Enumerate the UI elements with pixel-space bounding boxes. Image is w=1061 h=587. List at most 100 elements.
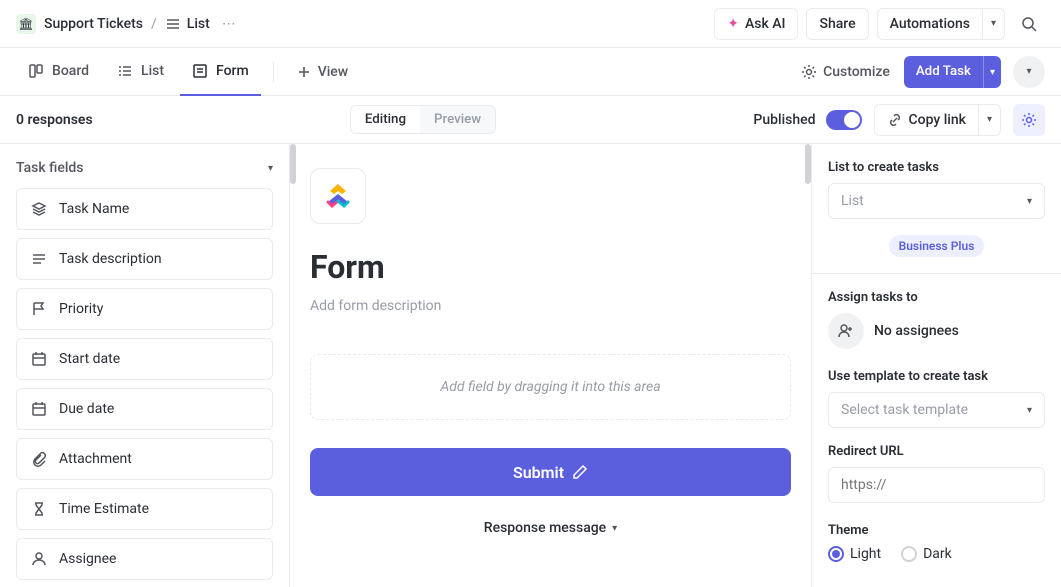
divider xyxy=(273,62,274,82)
field-task-name[interactable]: Task Name xyxy=(16,188,273,230)
calendar-icon xyxy=(31,401,47,417)
chevron-down-icon: ▾ xyxy=(991,18,996,29)
pencil-icon xyxy=(572,464,588,480)
field-start-date[interactable]: Start date xyxy=(16,338,273,380)
responses-count[interactable]: 0 responses xyxy=(16,112,93,128)
automations-group: Automations ▾ xyxy=(877,8,1005,40)
customize-button[interactable]: Customize xyxy=(791,56,900,88)
submit-button[interactable]: Submit xyxy=(310,448,791,496)
field-time-estimate[interactable]: Time Estimate xyxy=(16,488,273,530)
task-fields-panel: Task fields ▾ Task Name Task description… xyxy=(0,144,290,587)
plan-badge[interactable]: Business Plus xyxy=(889,235,985,257)
add-assignee-icon xyxy=(828,313,864,349)
sparkle-icon: ✦ xyxy=(727,16,739,32)
clickup-icon xyxy=(322,180,354,212)
add-task-button[interactable]: Add Task xyxy=(904,56,983,88)
chevron-down-icon: ▾ xyxy=(990,67,995,78)
form-description[interactable]: Add form description xyxy=(310,298,791,314)
breadcrumb-workspace[interactable]: Support Tickets xyxy=(44,16,143,32)
mode-editing[interactable]: Editing xyxy=(351,106,420,133)
theme-light[interactable]: Light xyxy=(828,546,881,562)
tab-list[interactable]: List xyxy=(105,48,176,96)
copy-link-dropdown[interactable]: ▾ xyxy=(979,104,1001,136)
ask-ai-button[interactable]: ✦Ask AI xyxy=(714,8,798,40)
view-bar: Board List Form View Customize Add Task … xyxy=(0,48,1061,96)
redirect-label: Redirect URL xyxy=(828,444,1045,459)
theme-dark[interactable]: Dark xyxy=(901,546,952,562)
text-icon xyxy=(31,251,47,267)
settings-panel: List to create tasks List ▾ Business Plu… xyxy=(811,144,1061,587)
sub-bar: 0 responses Editing Preview Published Co… xyxy=(0,96,1061,144)
mode-segment: Editing Preview xyxy=(350,105,496,134)
add-task-dropdown[interactable]: ▾ xyxy=(983,56,1001,88)
left-scroll-indicator xyxy=(290,144,296,184)
chevron-down-icon: ▾ xyxy=(987,114,992,125)
field-priority[interactable]: Priority xyxy=(16,288,273,330)
list-select[interactable]: List ▾ xyxy=(828,183,1045,219)
radio-dot xyxy=(828,546,844,562)
add-task-group: Add Task ▾ xyxy=(904,56,1001,88)
flag-icon xyxy=(31,301,47,317)
divider xyxy=(812,273,1061,274)
task-icon xyxy=(31,201,47,217)
list-select-label: List to create tasks xyxy=(828,160,1045,175)
redirect-input[interactable] xyxy=(828,467,1045,503)
chevron-down-icon: ▾ xyxy=(268,163,273,174)
no-assignees-label: No assignees xyxy=(874,323,959,339)
theme-label: Theme xyxy=(828,523,1045,538)
gear-icon xyxy=(1021,112,1037,128)
right-scroll-indicator xyxy=(805,144,811,184)
field-due-date[interactable]: Due date xyxy=(16,388,273,430)
breadcrumb: 🏛 Support Tickets / List ⋯ xyxy=(16,14,240,34)
workspace-icon[interactable]: 🏛 xyxy=(16,14,36,34)
chevron-down-icon: ▾ xyxy=(1027,196,1032,207)
field-attachment[interactable]: Attachment xyxy=(16,438,273,480)
mode-preview[interactable]: Preview xyxy=(420,106,495,133)
tab-board[interactable]: Board xyxy=(16,48,101,96)
search-button[interactable] xyxy=(1013,8,1045,40)
person-icon xyxy=(31,551,47,567)
search-icon xyxy=(1021,16,1037,32)
theme-radios: Light Dark xyxy=(828,546,1045,562)
task-fields-header[interactable]: Task fields ▾ xyxy=(16,160,273,176)
field-assignee[interactable]: Assignee xyxy=(16,538,273,580)
assignees-control[interactable]: No assignees xyxy=(828,313,1045,349)
calendar-icon xyxy=(31,351,47,367)
copy-link-group: Copy link ▾ xyxy=(874,104,1001,136)
plan-badge-row: Business Plus xyxy=(828,235,1045,257)
response-message[interactable]: Response message ▾ xyxy=(310,520,791,536)
assign-label: Assign tasks to xyxy=(828,290,1045,305)
share-button[interactable]: Share xyxy=(806,8,868,40)
form-logo[interactable] xyxy=(310,168,366,224)
top-bar: 🏛 Support Tickets / List ⋯ ✦Ask AI Share… xyxy=(0,0,1061,48)
breadcrumb-sep: / xyxy=(151,16,157,32)
automations-dropdown[interactable]: ▾ xyxy=(983,8,1005,40)
list-icon xyxy=(165,16,181,32)
template-select[interactable]: Select task template ▾ xyxy=(828,392,1045,428)
gear-icon xyxy=(801,64,817,80)
form-settings-button[interactable] xyxy=(1013,104,1045,136)
published-control: Published xyxy=(753,110,861,130)
attachment-icon xyxy=(31,451,47,467)
published-label: Published xyxy=(753,112,815,128)
list-icon xyxy=(117,63,133,79)
chevron-down-icon: ▾ xyxy=(1027,405,1032,416)
more-menu[interactable]: ▾ xyxy=(1013,56,1045,88)
drop-zone[interactable]: Add field by dragging it into this area xyxy=(310,354,791,420)
published-toggle[interactable] xyxy=(826,110,862,130)
main-area: Task fields ▾ Task Name Task description… xyxy=(0,144,1061,587)
add-view-button[interactable]: View xyxy=(286,56,359,88)
breadcrumb-more[interactable]: ⋯ xyxy=(218,16,240,32)
form-canvas: Form Add form description Add field by d… xyxy=(290,144,811,587)
task-fields-title: Task fields xyxy=(16,160,84,176)
chevron-down-icon: ▾ xyxy=(1026,66,1031,77)
radio-dot xyxy=(901,546,917,562)
automations-button[interactable]: Automations xyxy=(877,8,983,40)
chevron-down-icon: ▾ xyxy=(612,523,617,534)
form-title[interactable]: Form xyxy=(310,248,791,286)
breadcrumb-list[interactable]: List xyxy=(165,16,210,32)
tab-form[interactable]: Form xyxy=(180,48,261,96)
copy-link-button[interactable]: Copy link xyxy=(874,104,979,136)
field-task-description[interactable]: Task description xyxy=(16,238,273,280)
breadcrumb-list-label: List xyxy=(187,16,210,32)
